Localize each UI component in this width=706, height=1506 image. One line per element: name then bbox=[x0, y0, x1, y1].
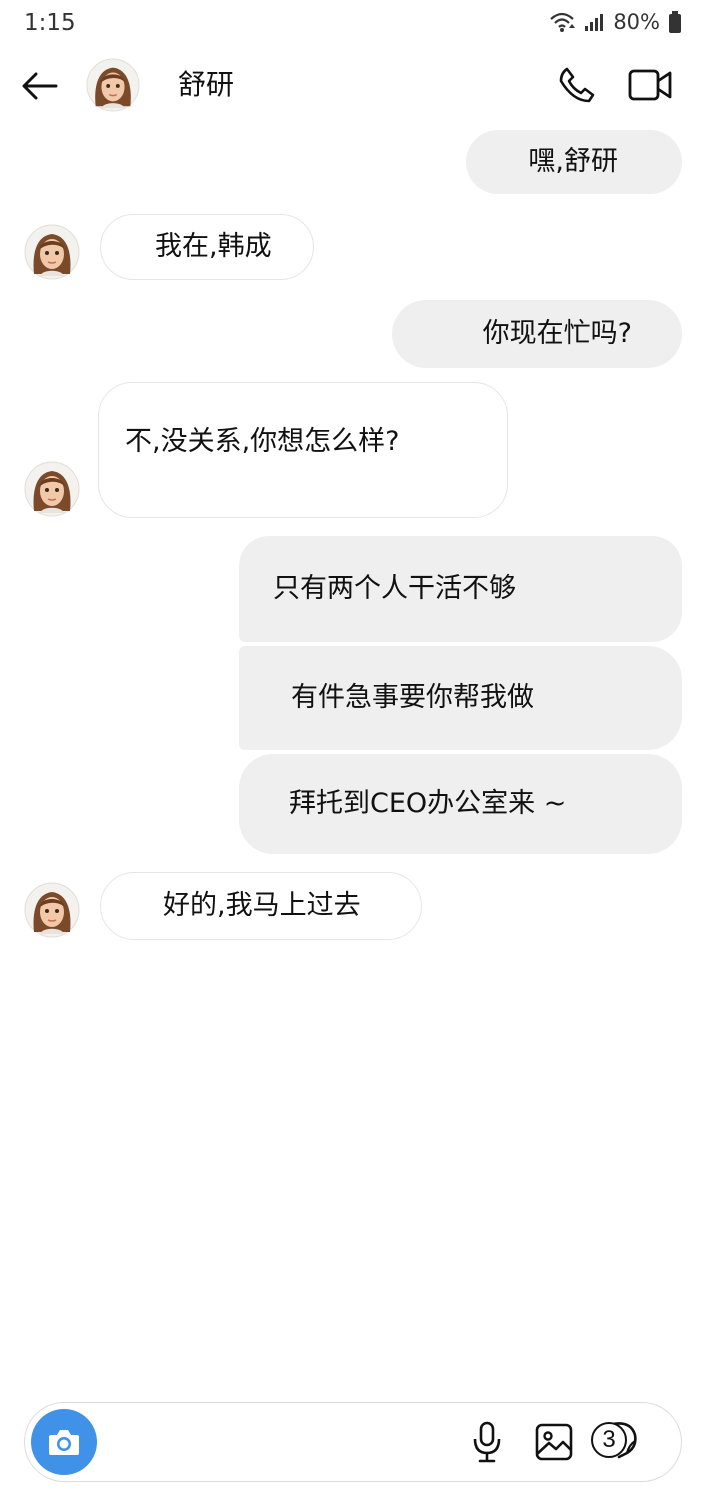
microphone-icon bbox=[473, 1421, 501, 1463]
voice-call-button[interactable] bbox=[554, 62, 600, 108]
message-bubble-outgoing[interactable]: 有件急事要你帮我做 bbox=[239, 646, 682, 750]
message-text: 你现在忙吗? bbox=[482, 318, 632, 349]
sticker-button[interactable]: 3 bbox=[591, 1419, 643, 1465]
message-bubble-incoming[interactable]: 不,没关系,你想怎么样? bbox=[98, 382, 508, 518]
message-text: 嘿,舒研 bbox=[528, 146, 618, 177]
status-bar: 1:15 80% bbox=[0, 0, 706, 52]
contact-name[interactable]: 舒研 bbox=[178, 63, 234, 103]
message-text: 我在,韩成 bbox=[155, 231, 272, 262]
sticker-count-badge: 3 bbox=[591, 1422, 627, 1458]
message-text: 好的,我马上过去 bbox=[163, 890, 361, 921]
contact-avatar[interactable] bbox=[86, 58, 140, 112]
message-text: 只有两个人干活不够 bbox=[273, 573, 516, 604]
message-text: 拜托到CEO办公室来 ~ bbox=[289, 788, 567, 819]
message-bubble-incoming[interactable]: 好的,我马上过去 bbox=[100, 872, 422, 940]
camera-button[interactable] bbox=[31, 1409, 97, 1475]
message-bubble-incoming[interactable]: 我在,韩成 bbox=[100, 214, 314, 280]
back-arrow-icon bbox=[22, 72, 58, 100]
battery-percentage: 80% bbox=[613, 10, 660, 34]
message-bubble-outgoing[interactable]: 拜托到CEO办公室来 ~ bbox=[239, 754, 682, 854]
status-time: 1:15 bbox=[24, 10, 76, 36]
chat-header: 舒研 bbox=[0, 52, 706, 120]
message-bubble-outgoing[interactable]: 嘿,舒研 bbox=[466, 130, 682, 194]
status-indicators: 80% bbox=[549, 10, 682, 34]
video-call-button[interactable] bbox=[626, 62, 674, 108]
wifi-icon bbox=[549, 11, 576, 33]
image-icon bbox=[535, 1423, 573, 1461]
phone-icon bbox=[559, 67, 595, 103]
back-button[interactable] bbox=[18, 64, 62, 108]
message-composer[interactable]: 3 bbox=[24, 1402, 682, 1482]
video-icon bbox=[628, 69, 672, 101]
battery-icon bbox=[668, 10, 682, 34]
sender-avatar[interactable] bbox=[24, 882, 80, 938]
camera-icon bbox=[49, 1430, 79, 1455]
message-text: 有件急事要你帮我做 bbox=[291, 682, 534, 713]
sender-avatar[interactable] bbox=[24, 461, 80, 517]
signal-icon bbox=[583, 11, 605, 33]
image-button[interactable] bbox=[531, 1419, 577, 1465]
message-bubble-outgoing[interactable]: 只有两个人干活不够 bbox=[239, 536, 682, 642]
sender-avatar[interactable] bbox=[24, 224, 80, 280]
message-text: 不,没关系,你想怎么样? bbox=[125, 426, 400, 457]
message-bubble-outgoing[interactable]: 你现在忙吗? bbox=[392, 300, 682, 368]
microphone-button[interactable] bbox=[467, 1419, 507, 1465]
